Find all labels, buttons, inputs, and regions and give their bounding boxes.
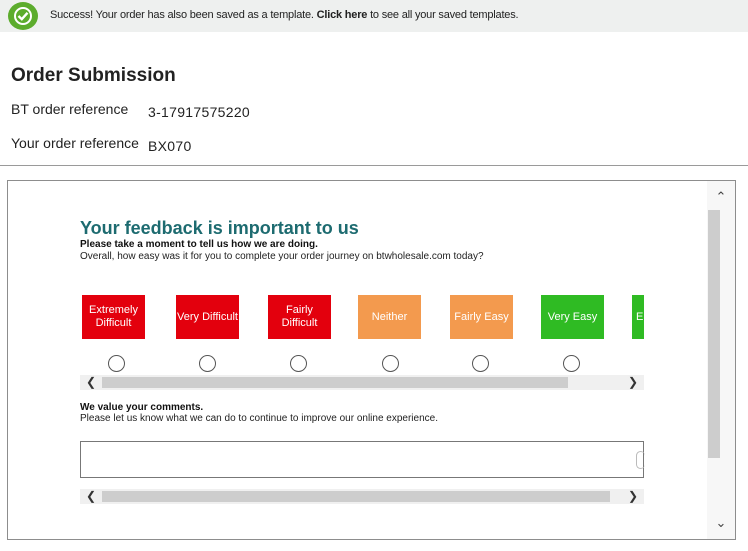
option-fairly-easy[interactable]: Fairly Easy xyxy=(450,295,513,339)
chevron-right-icon[interactable]: ❯ xyxy=(624,489,642,504)
option-extremely-difficult[interactable]: Extremely Difficult xyxy=(82,295,145,339)
feedback-subtitle: Please take a moment to tell us how we a… xyxy=(80,239,318,250)
check-circle-icon xyxy=(8,2,38,30)
vertical-scrollbar[interactable]: ⌃ ⌄ xyxy=(707,181,735,539)
option-very-difficult[interactable]: Very Difficult xyxy=(176,295,239,339)
success-text-tail: to see all your saved templates. xyxy=(367,9,519,21)
success-message: Success! Your order has also been saved … xyxy=(50,9,519,21)
radio-neither[interactable] xyxy=(382,355,399,372)
chevron-up-icon[interactable]: ⌃ xyxy=(707,185,735,209)
saved-templates-link[interactable]: Click here xyxy=(317,9,368,21)
chevron-right-icon[interactable]: ❯ xyxy=(624,375,642,390)
success-banner: Success! Your order has also been saved … xyxy=(0,0,748,32)
comments-hint: Please let us know what we can do to con… xyxy=(80,413,438,424)
option-fairly-difficult[interactable]: Fairly Difficult xyxy=(268,295,331,339)
vertical-scrollbar-thumb[interactable] xyxy=(708,210,720,458)
bt-order-reference-label: BT order reference xyxy=(11,101,129,117)
scrollbar-thumb[interactable] xyxy=(102,491,610,502)
chevron-left-icon[interactable]: ❮ xyxy=(82,489,100,504)
comments-title: We value your comments. xyxy=(80,402,204,413)
option-very-easy[interactable]: Very Easy xyxy=(541,295,604,339)
chevron-left-icon[interactable]: ❮ xyxy=(82,375,100,390)
bt-order-reference-value: 3-17917575220 xyxy=(148,104,250,120)
radio-very-easy[interactable] xyxy=(563,355,580,372)
divider xyxy=(0,165,748,166)
option-extremely-easy-partial[interactable]: E xyxy=(632,295,644,339)
radio-fairly-difficult[interactable] xyxy=(290,355,307,372)
radio-fairly-easy[interactable] xyxy=(472,355,489,372)
scrollbar-thumb[interactable] xyxy=(102,377,568,388)
option-neither[interactable]: Neither xyxy=(358,295,421,339)
resize-handle[interactable] xyxy=(636,451,645,469)
your-order-reference-label: Your order reference xyxy=(11,135,139,151)
feedback-question: Overall, how easy was it for you to comp… xyxy=(80,251,484,262)
your-order-reference-value: BX070 xyxy=(148,138,192,154)
chevron-down-icon[interactable]: ⌄ xyxy=(707,511,735,535)
page-title: Order Submission xyxy=(11,65,176,86)
comments-horizontal-scrollbar[interactable]: ❮ ❯ xyxy=(80,489,644,504)
radio-very-difficult[interactable] xyxy=(199,355,216,372)
feedback-title: Your feedback is important to us xyxy=(80,218,359,238)
radio-extremely-difficult[interactable] xyxy=(108,355,125,372)
options-horizontal-scrollbar[interactable]: ❮ ❯ xyxy=(80,375,644,390)
comments-textarea[interactable] xyxy=(80,441,645,478)
feedback-frame: Your feedback is important to us Please … xyxy=(7,180,736,540)
success-text: Success! Your order has also been saved … xyxy=(50,9,317,21)
